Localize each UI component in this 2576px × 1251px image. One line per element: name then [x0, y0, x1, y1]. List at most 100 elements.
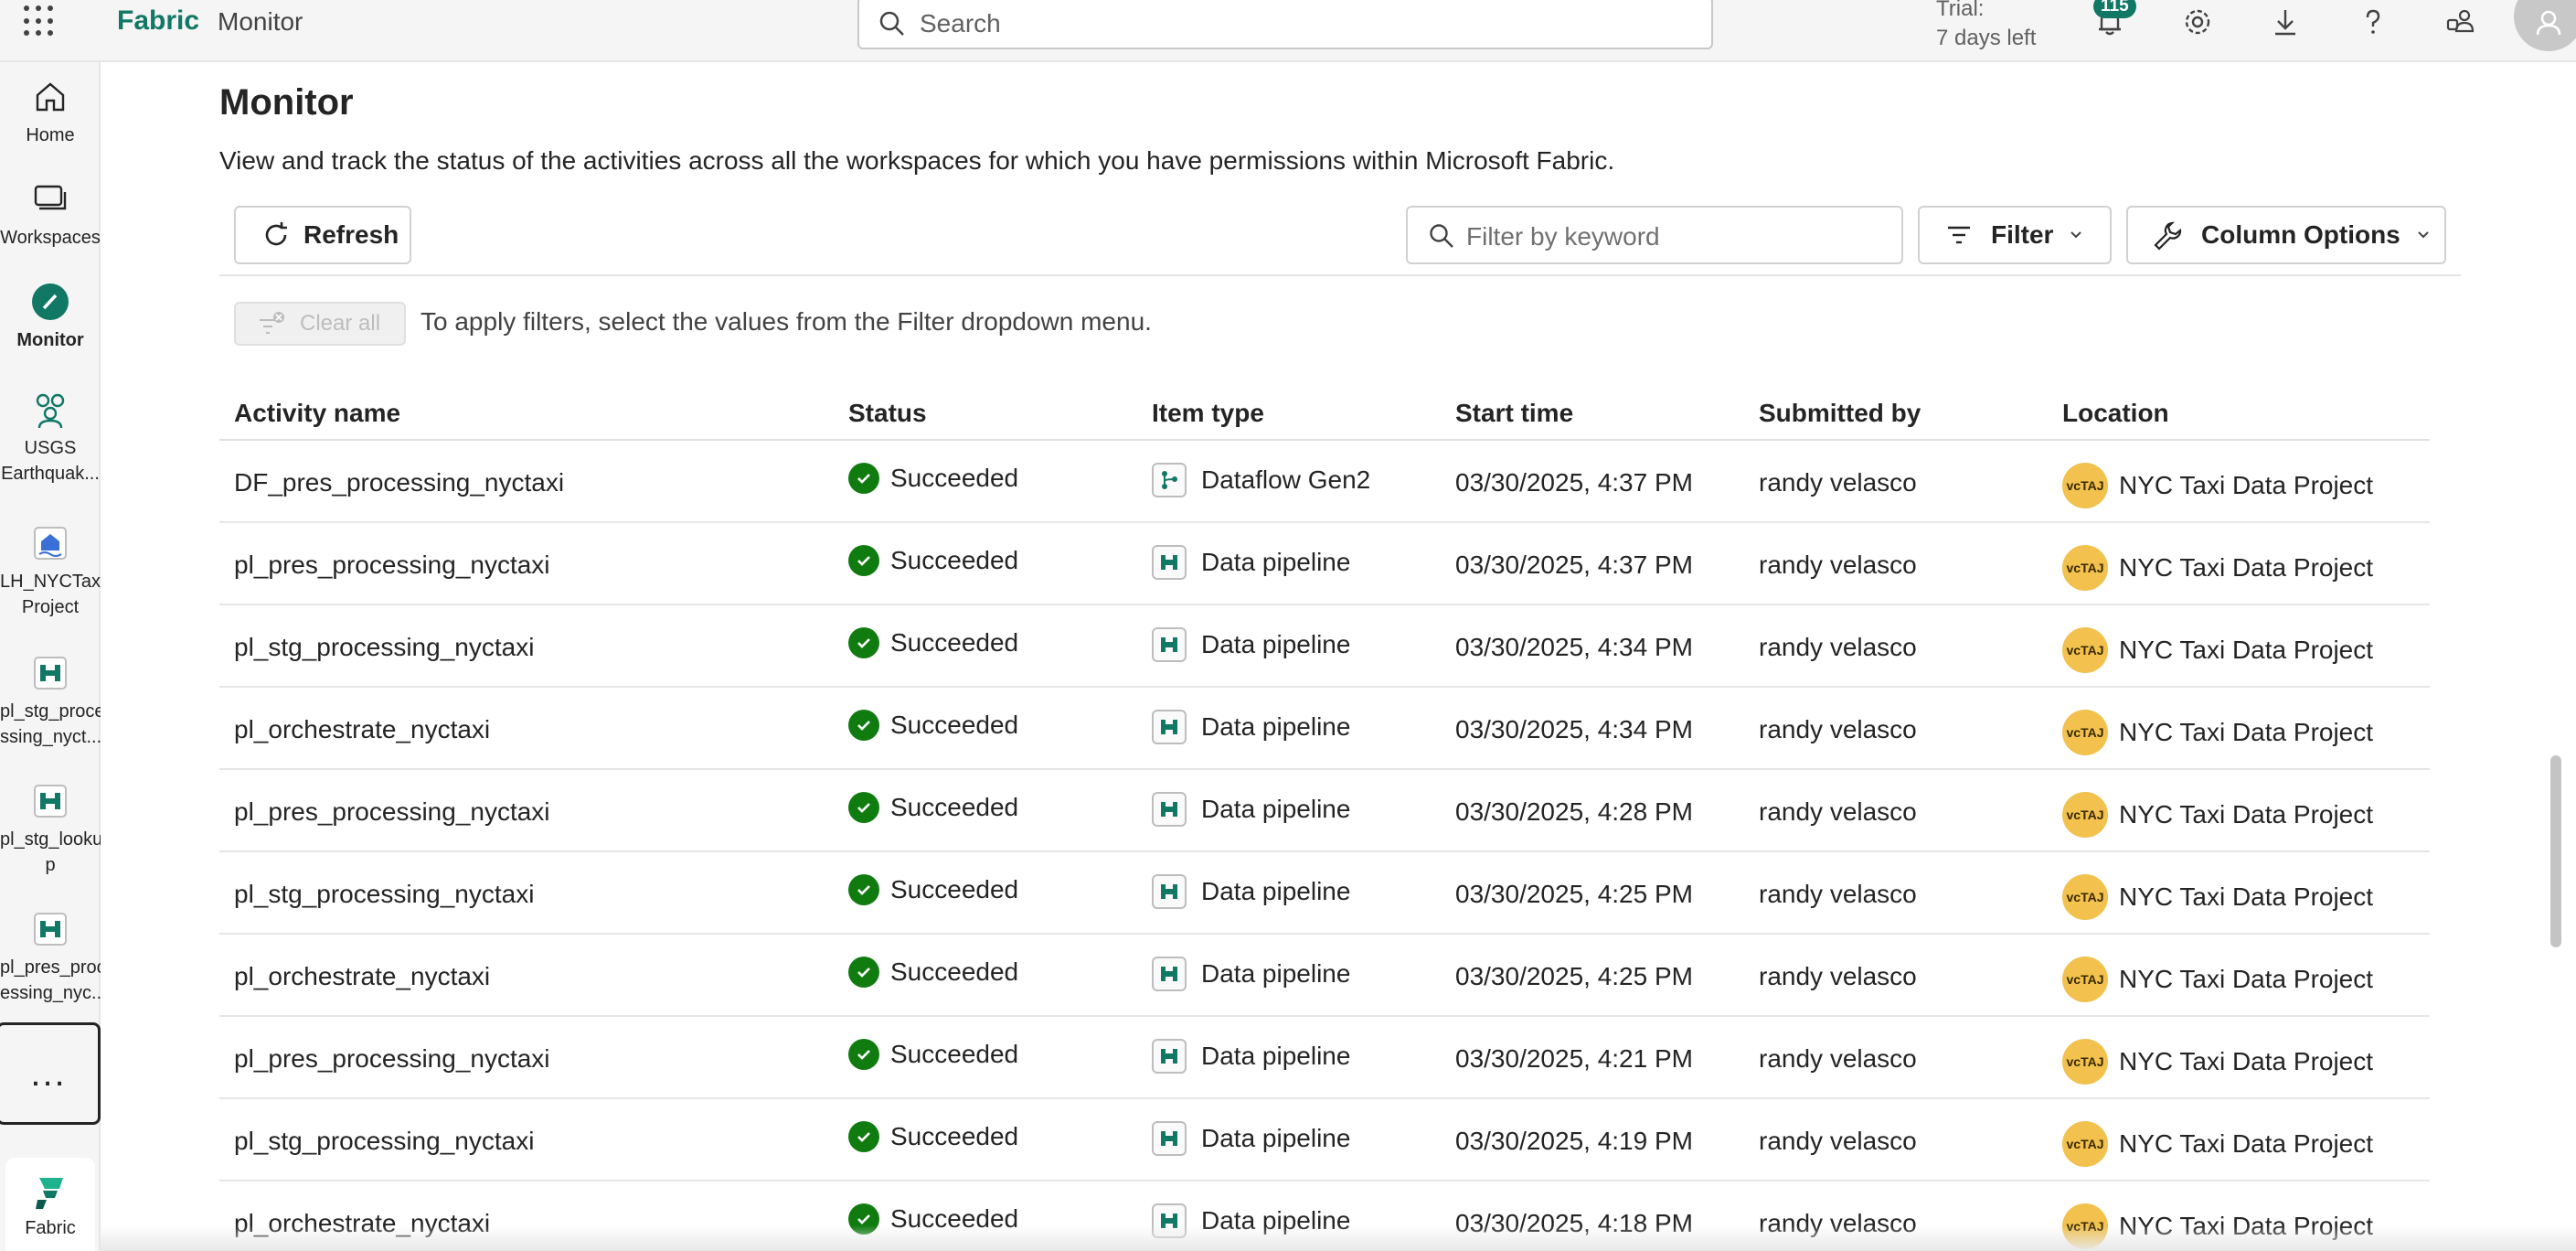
rail-item-pl-pres-processing[interactable]: pl_pres_proc essing_nyc...: [0, 909, 107, 1006]
global-search-input[interactable]: Search: [857, 0, 1713, 49]
location-cell[interactable]: vcTAJ NYC Taxi Data Project: [2062, 710, 2373, 755]
rail-label-pres-1: pl_pres_proc: [0, 957, 106, 978]
chevron-down-icon: [2070, 231, 2082, 239]
location-text[interactable]: NYC Taxi Data Project: [2119, 471, 2373, 500]
pipeline-icon: [1152, 957, 1187, 991]
search-icon: [1430, 224, 1453, 248]
table-row[interactable]: pl_orchestrate_nyctaxi Succeeded Data pi…: [219, 935, 2430, 1017]
activity-name-cell[interactable]: pl_stg_processing_nyctaxi: [234, 1127, 534, 1156]
table-row[interactable]: pl_orchestrate_nyctaxi Succeeded Data pi…: [219, 688, 2430, 770]
activity-name-cell[interactable]: pl_pres_processing_nyctaxi: [234, 551, 550, 580]
status-cell: Succeeded: [848, 1039, 1018, 1070]
rail-item-workspaces[interactable]: Workspaces: [0, 179, 101, 251]
table-row[interactable]: pl_stg_processing_nyctaxi Succeeded Data…: [219, 852, 2430, 935]
app-launcher-icon[interactable]: [24, 5, 55, 37]
clear-all-filters-button[interactable]: Clear all: [234, 302, 406, 346]
table-row[interactable]: DF_pres_processing_nyctaxi Succeeded Dat…: [219, 441, 2430, 523]
submitted-by-text: randy velasco: [1759, 715, 1917, 743]
activity-name[interactable]: pl_pres_processing_nyctaxi: [234, 797, 550, 827]
rail-item-home[interactable]: Home: [0, 77, 101, 148]
search-placeholder: Search: [920, 9, 1001, 37]
help-icon[interactable]: [2353, 2, 2393, 42]
activity-name-cell[interactable]: pl_stg_processing_nyctaxi: [234, 880, 534, 909]
activity-name-cell[interactable]: pl_pres_processing_nyctaxi: [234, 1044, 550, 1074]
location-cell[interactable]: vcTAJ NYC Taxi Data Project: [2062, 874, 2373, 920]
more-options-button[interactable]: ...: [0, 1022, 101, 1125]
column-options-button[interactable]: Column Options: [2126, 206, 2446, 264]
location-cell[interactable]: vcTAJ NYC Taxi Data Project: [2062, 627, 2373, 673]
submitted-by-cell: randy velasco: [1759, 1127, 1917, 1156]
activity-name[interactable]: pl_orchestrate_nyctaxi: [234, 962, 490, 991]
settings-gear-icon[interactable]: [2177, 2, 2218, 42]
rail-item-monitor[interactable]: Monitor: [0, 282, 101, 353]
column-header-start-time[interactable]: Start time: [1455, 399, 1573, 428]
column-header-status[interactable]: Status: [848, 399, 927, 428]
rail-item-usgs-earthquake[interactable]: USGS Earthquak...: [0, 390, 101, 486]
feedback-people-icon[interactable]: [2441, 2, 2481, 42]
item-type-text: Data pipeline: [1201, 877, 1351, 905]
location-cell[interactable]: vcTAJ NYC Taxi Data Project: [2062, 1121, 2373, 1167]
pipeline-icon: [1152, 710, 1187, 744]
succeeded-check-icon: [848, 957, 879, 988]
location-text[interactable]: NYC Taxi Data Project: [2119, 636, 2373, 665]
submitted-by-cell: randy velasco: [1759, 633, 1917, 662]
column-header-location[interactable]: Location: [2062, 399, 2169, 428]
refresh-button[interactable]: Refresh: [234, 206, 411, 264]
succeeded-check-icon: [848, 463, 879, 494]
location-text[interactable]: NYC Taxi Data Project: [2119, 965, 2373, 994]
location-cell[interactable]: vcTAJ NYC Taxi Data Project: [2062, 463, 2373, 508]
activity-name[interactable]: pl_stg_processing_nyctaxi: [234, 1127, 534, 1156]
location-cell[interactable]: vcTAJ NYC Taxi Data Project: [2062, 957, 2373, 1002]
filter-keyword-input[interactable]: Filter by keyword: [1406, 206, 1903, 264]
succeeded-check-icon: [848, 627, 879, 658]
succeeded-check-icon: [848, 545, 879, 576]
activity-name-cell[interactable]: pl_orchestrate_nyctaxi: [234, 962, 490, 991]
activity-name-cell[interactable]: pl_stg_processing_nyctaxi: [234, 633, 534, 662]
column-header-activity-name[interactable]: Activity name: [234, 399, 400, 428]
activity-name[interactable]: pl_orchestrate_nyctaxi: [234, 715, 490, 744]
activity-name[interactable]: pl_pres_processing_nyctaxi: [234, 1044, 550, 1074]
rail-item-lh-nyctaxi-project[interactable]: LH_NYCTaxi Project: [0, 523, 104, 620]
start-time-text: 03/30/2025, 4:34 PM: [1455, 715, 1693, 743]
pipeline-icon: [1152, 545, 1187, 580]
filter-hint-text: To apply filters, select the values from…: [420, 307, 1152, 336]
download-icon[interactable]: [2265, 2, 2305, 42]
item-type-cell: Data pipeline: [1152, 1121, 1350, 1156]
notification-count-badge: 115: [2093, 0, 2136, 18]
location-cell[interactable]: vcTAJ NYC Taxi Data Project: [2062, 792, 2373, 838]
workspace-logo-icon: vcTAJ: [2062, 545, 2108, 591]
fabric-experience-switcher[interactable]: Fabric: [5, 1158, 95, 1251]
activity-name[interactable]: pl_pres_processing_nyctaxi: [234, 551, 550, 580]
activity-name[interactable]: DF_pres_processing_nyctaxi: [234, 468, 564, 497]
activity-name[interactable]: pl_stg_processing_nyctaxi: [234, 880, 534, 909]
activity-name-cell[interactable]: pl_pres_processing_nyctaxi: [234, 797, 550, 827]
column-header-submitted-by[interactable]: Submitted by: [1759, 399, 1921, 428]
rail-item-pl-stg-processing[interactable]: pl_stg_proce ssing_nyct...: [0, 653, 105, 750]
rail-item-pl-stg-lookup[interactable]: pl_stg_looku p: [0, 781, 102, 878]
table-row[interactable]: pl_pres_processing_nyctaxi Succeeded Dat…: [219, 770, 2430, 852]
status-cell: Succeeded: [848, 874, 1018, 905]
location-text[interactable]: NYC Taxi Data Project: [2119, 1129, 2373, 1159]
location-text[interactable]: NYC Taxi Data Project: [2119, 1047, 2373, 1076]
activity-name[interactable]: pl_stg_processing_nyctaxi: [234, 633, 534, 662]
location-cell[interactable]: vcTAJ NYC Taxi Data Project: [2062, 545, 2373, 591]
vertical-scrollbar-thumb[interactable]: [2550, 755, 2561, 947]
table-row[interactable]: pl_stg_processing_nyctaxi Succeeded Data…: [219, 605, 2430, 688]
account-avatar[interactable]: [2514, 0, 2576, 51]
submitted-by-text: randy velasco: [1759, 797, 1917, 826]
filter-dropdown-button[interactable]: Filter: [1918, 206, 2112, 264]
table-row[interactable]: pl_stg_processing_nyctaxi Succeeded Data…: [219, 1099, 2430, 1182]
table-row[interactable]: pl_pres_processing_nyctaxi Succeeded Dat…: [219, 1017, 2430, 1099]
rail-label-home: Home: [26, 125, 75, 145]
location-text[interactable]: NYC Taxi Data Project: [2119, 882, 2373, 912]
location-text[interactable]: NYC Taxi Data Project: [2119, 800, 2373, 829]
column-header-item-type[interactable]: Item type: [1152, 399, 1264, 428]
location-text[interactable]: NYC Taxi Data Project: [2119, 553, 2373, 583]
brand-name[interactable]: Fabric: [117, 5, 199, 37]
location-text[interactable]: NYC Taxi Data Project: [2119, 718, 2373, 747]
activity-name-cell[interactable]: pl_orchestrate_nyctaxi: [234, 715, 490, 744]
table-row[interactable]: pl_pres_processing_nyctaxi Succeeded Dat…: [219, 523, 2430, 605]
trial-status[interactable]: Trial: 7 days left: [1936, 0, 2036, 53]
location-cell[interactable]: vcTAJ NYC Taxi Data Project: [2062, 1039, 2373, 1085]
activity-name-cell[interactable]: DF_pres_processing_nyctaxi: [234, 468, 564, 497]
